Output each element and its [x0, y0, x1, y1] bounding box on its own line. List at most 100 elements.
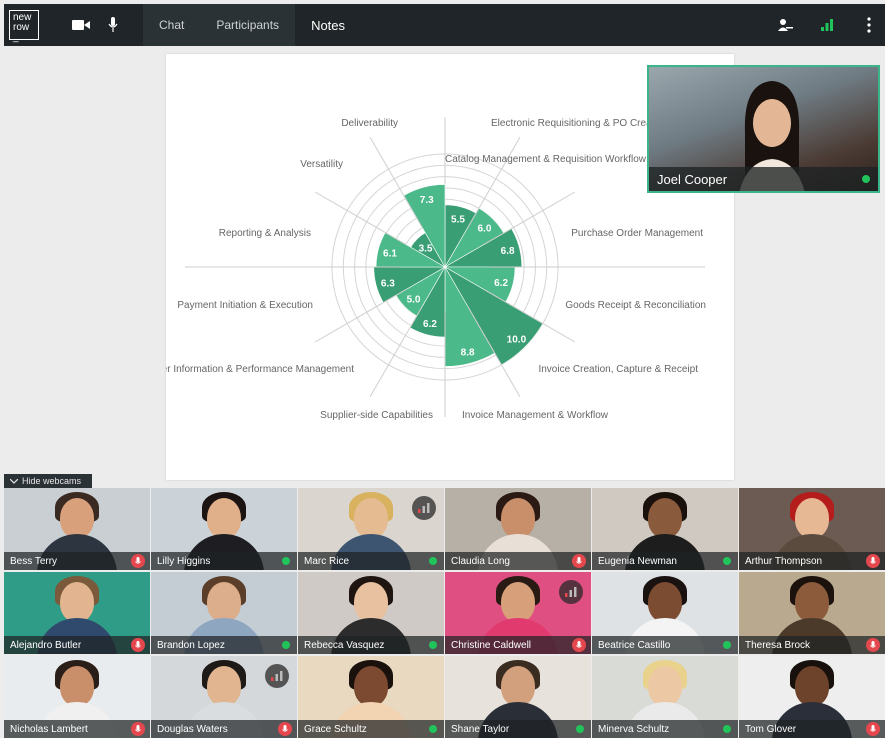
participant-name: Marc Rice — [304, 555, 350, 567]
top-bar: new row _ Chat Participants Notes — [4, 4, 885, 46]
status-dot-icon — [862, 175, 870, 183]
status-dot-icon — [282, 641, 290, 649]
data-label: 6.1 — [383, 248, 397, 259]
category-label: Supplier-side Capabilities — [320, 410, 433, 421]
chevron-down-icon — [10, 478, 18, 484]
webcam-tile[interactable]: Bess Terry — [4, 488, 150, 570]
participant-name: Eugenia Newman — [598, 555, 677, 567]
webcam-tile[interactable]: Claudia Long — [445, 488, 591, 570]
webcam-tile[interactable]: Theresa Brock — [739, 572, 885, 654]
microphone-icon[interactable] — [131, 722, 145, 736]
hide-webcams-button[interactable]: Hide webcams — [4, 474, 92, 488]
tab-participants[interactable]: Participants — [200, 4, 296, 46]
webcam-tile[interactable]: Grace Schultz — [298, 656, 444, 738]
webcam-name-bar: Christine Caldwell — [445, 636, 591, 654]
category-label: Goods Receipt & Reconciliation — [565, 300, 706, 311]
status-dot-icon — [723, 641, 731, 649]
grid-spoke — [369, 305, 423, 398]
grid-spoke — [314, 289, 407, 343]
webcam-name-bar: Beatrice Castillo — [592, 636, 738, 654]
status-dot-icon — [429, 641, 437, 649]
signal-bars-icon — [811, 4, 843, 46]
webcam-name-bar: Lilly Higgins — [151, 552, 297, 570]
webcam-tile[interactable]: Lilly Higgins — [151, 488, 297, 570]
microphone-icon[interactable] — [278, 722, 292, 736]
participant-name: Theresa Brock — [745, 639, 811, 651]
signal-bars-icon — [412, 496, 436, 520]
tab-chat[interactable]: Chat — [143, 4, 201, 46]
floating-video-tile[interactable]: Joel Cooper — [647, 65, 880, 193]
floating-video-name: Joel Cooper — [657, 171, 728, 187]
more-vertical-icon[interactable] — [853, 4, 885, 46]
microphone-icon[interactable] — [131, 554, 145, 568]
webcam-tile[interactable]: Alejandro Butler — [4, 572, 150, 654]
data-label: 10.0 — [507, 334, 527, 345]
data-label: 6.3 — [381, 278, 395, 289]
status-dot-icon — [429, 725, 437, 733]
webcam-name-bar: Shane Taylor — [445, 720, 591, 738]
presenter-icon[interactable] — [769, 4, 801, 46]
webcam-tile[interactable]: Douglas Waters — [151, 656, 297, 738]
webcam-tile[interactable]: Tom Glover — [739, 656, 885, 738]
microphone-icon[interactable] — [572, 638, 586, 652]
category-label: Supplier Information & Performance Manag… — [166, 364, 354, 375]
participant-name: Claudia Long — [451, 555, 510, 567]
hide-webcams-label: Hide webcams — [22, 476, 82, 486]
floating-video-name-bar: Joel Cooper — [649, 167, 878, 191]
webcam-tile[interactable]: Minerva Schultz — [592, 656, 738, 738]
participant-name: Bess Terry — [10, 555, 58, 567]
microphone-icon[interactable] — [866, 638, 880, 652]
webcam-tile[interactable]: Nicholas Lambert — [4, 656, 150, 738]
data-label: 5.0 — [407, 294, 421, 305]
tab-notes[interactable]: Notes — [295, 4, 361, 46]
webcam-name-bar: Alejandro Butler — [4, 636, 150, 654]
webcam-tile[interactable]: Rebecca Vasquez — [298, 572, 444, 654]
participant-name: Alejandro Butler — [10, 639, 82, 651]
status-dot-icon — [282, 557, 290, 565]
webcam-name-bar: Douglas Waters — [151, 720, 297, 738]
data-label: 6.0 — [478, 224, 492, 235]
category-label: Purchase Order Management — [571, 228, 703, 239]
webcam-tile[interactable]: Beatrice Castillo — [592, 572, 738, 654]
webcam-name-bar: Rebecca Vasquez — [298, 636, 444, 654]
webcam-name-bar: Theresa Brock — [739, 636, 885, 654]
data-label: 3.5 — [419, 244, 433, 255]
signal-bars-icon — [559, 580, 583, 604]
webcam-tile[interactable]: Brandon Lopez — [151, 572, 297, 654]
webcam-name-bar: Tom Glover — [739, 720, 885, 738]
category-label: Deliverability — [341, 118, 398, 129]
webcam-tile[interactable]: Shane Taylor — [445, 656, 591, 738]
webcam-tile[interactable]: Christine Caldwell — [445, 572, 591, 654]
participant-name: Brandon Lopez — [157, 639, 225, 651]
microphone-icon[interactable] — [572, 554, 586, 568]
category-label: Catalog Management & Requisition Workflo… — [445, 154, 647, 165]
status-dot-icon — [576, 725, 584, 733]
participant-name: Grace Schultz — [304, 723, 367, 735]
data-label: 5.5 — [451, 215, 465, 226]
webcam-tile[interactable]: Arthur Thompson — [739, 488, 885, 570]
data-label: 6.2 — [494, 278, 508, 289]
data-label: 6.8 — [501, 246, 515, 257]
category-label: Payment Initiation & Execution — [177, 300, 313, 311]
webcam-name-bar: Claudia Long — [445, 552, 591, 570]
webcam-tile[interactable]: Marc Rice — [298, 488, 444, 570]
participant-name: Douglas Waters — [157, 723, 228, 735]
microphone-icon[interactable] — [866, 554, 880, 568]
participant-name: Christine Caldwell — [451, 639, 532, 651]
webcam-name-bar: Eugenia Newman — [592, 552, 738, 570]
data-label: 8.8 — [461, 347, 475, 358]
status-dot-icon — [723, 725, 731, 733]
grid-spoke — [483, 191, 576, 245]
webcam-grid: Bess Terry Lilly Higgins Marc Rice Claudia … — [4, 488, 885, 738]
grid-spoke — [314, 191, 407, 245]
webcam-name-bar: Minerva Schultz — [592, 720, 738, 738]
webcam-tile[interactable]: Eugenia Newman — [592, 488, 738, 570]
microphone-icon[interactable] — [131, 638, 145, 652]
status-dot-icon — [723, 557, 731, 565]
data-label: 7.3 — [420, 195, 434, 206]
video-camera-icon[interactable] — [65, 4, 97, 46]
webcam-name-bar: Nicholas Lambert — [4, 720, 150, 738]
microphone-icon[interactable] — [866, 722, 880, 736]
microphone-icon[interactable] — [97, 4, 129, 46]
newrow-logo: new row _ — [9, 10, 39, 43]
